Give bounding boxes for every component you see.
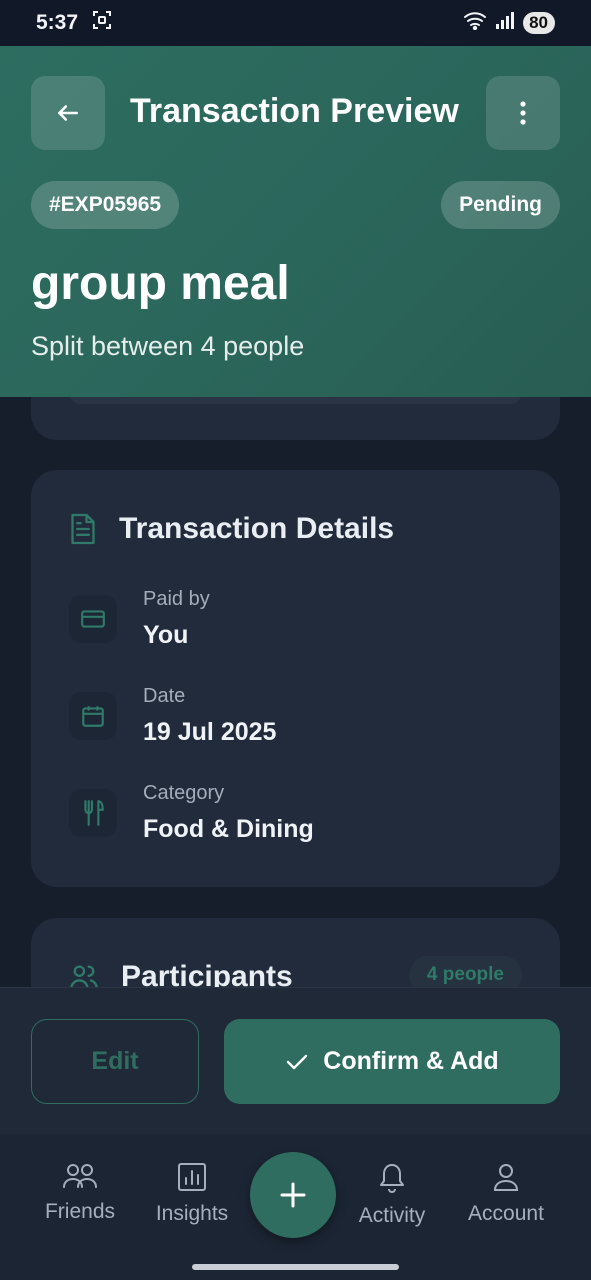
paid-by-value: You [143, 621, 189, 649]
more-options-button[interactable] [486, 76, 560, 150]
nav-activity-label: Activity [358, 1204, 426, 1227]
account-icon [493, 1164, 519, 1191]
nav-account[interactable]: Account [446, 1162, 566, 1226]
status-badge: Pending [441, 181, 560, 229]
nav-activity[interactable]: Activity [332, 1162, 452, 1228]
page-title: Transaction Preview [130, 92, 459, 130]
date-label: Date [143, 685, 186, 707]
back-button[interactable] [31, 76, 105, 150]
insights-icon [178, 1163, 206, 1191]
nav-insights-label: Insights [155, 1202, 229, 1225]
add-expense-button[interactable] [250, 1152, 336, 1238]
action-bar: Edit Confirm & Add [0, 987, 591, 1134]
check-icon [287, 1054, 308, 1069]
more-vertical-icon [520, 101, 526, 125]
home-indicator[interactable] [192, 1264, 399, 1270]
confirm-add-button[interactable]: Confirm & Add [224, 1019, 560, 1104]
edit-button[interactable]: Edit [31, 1019, 199, 1104]
transaction-name: group meal [31, 257, 290, 310]
nav-friends-label: Friends [44, 1200, 116, 1223]
transaction-details-card: Transaction Details Paid by You Date 19 … [31, 470, 560, 887]
document-icon [69, 512, 97, 546]
screenshot-icon [92, 10, 112, 36]
plus-icon [280, 1182, 306, 1208]
date-value: 19 Jul 2025 [143, 718, 277, 746]
category-label: Category [143, 782, 225, 804]
signal-icon [495, 11, 515, 35]
status-time: 5:37 [36, 11, 79, 34]
category-value: Food & Dining [143, 815, 314, 843]
details-title: Transaction Details [119, 512, 395, 545]
detail-row-paid-by: Paid by You [69, 588, 210, 650]
confirm-add-label: Confirm & Add [323, 1047, 499, 1075]
detail-row-category: Category Food & Dining [69, 782, 314, 844]
bottom-navigation: Friends Insights Activity Account [0, 1134, 591, 1280]
paid-by-label: Paid by [143, 588, 210, 610]
transaction-id-badge: #EXP05965 [31, 181, 180, 229]
utensils-icon [69, 789, 117, 837]
transaction-header: Transaction Preview #EXP05965 Pending gr… [0, 46, 591, 397]
nav-insights[interactable]: Insights [132, 1162, 252, 1226]
arrow-left-icon [58, 105, 78, 121]
battery-indicator: 80 [523, 12, 555, 34]
nav-account-label: Account [468, 1202, 544, 1225]
status-bar: 5:37 80 [0, 0, 591, 46]
nav-friends[interactable]: Friends [20, 1162, 140, 1224]
transaction-subtitle: Split between 4 people [31, 331, 305, 361]
bell-icon [380, 1164, 404, 1193]
detail-row-date: Date 19 Jul 2025 [69, 685, 276, 747]
wifi-icon [463, 10, 487, 36]
card-icon [69, 595, 117, 643]
friends-icon [63, 1164, 97, 1188]
calendar-icon [69, 692, 117, 740]
